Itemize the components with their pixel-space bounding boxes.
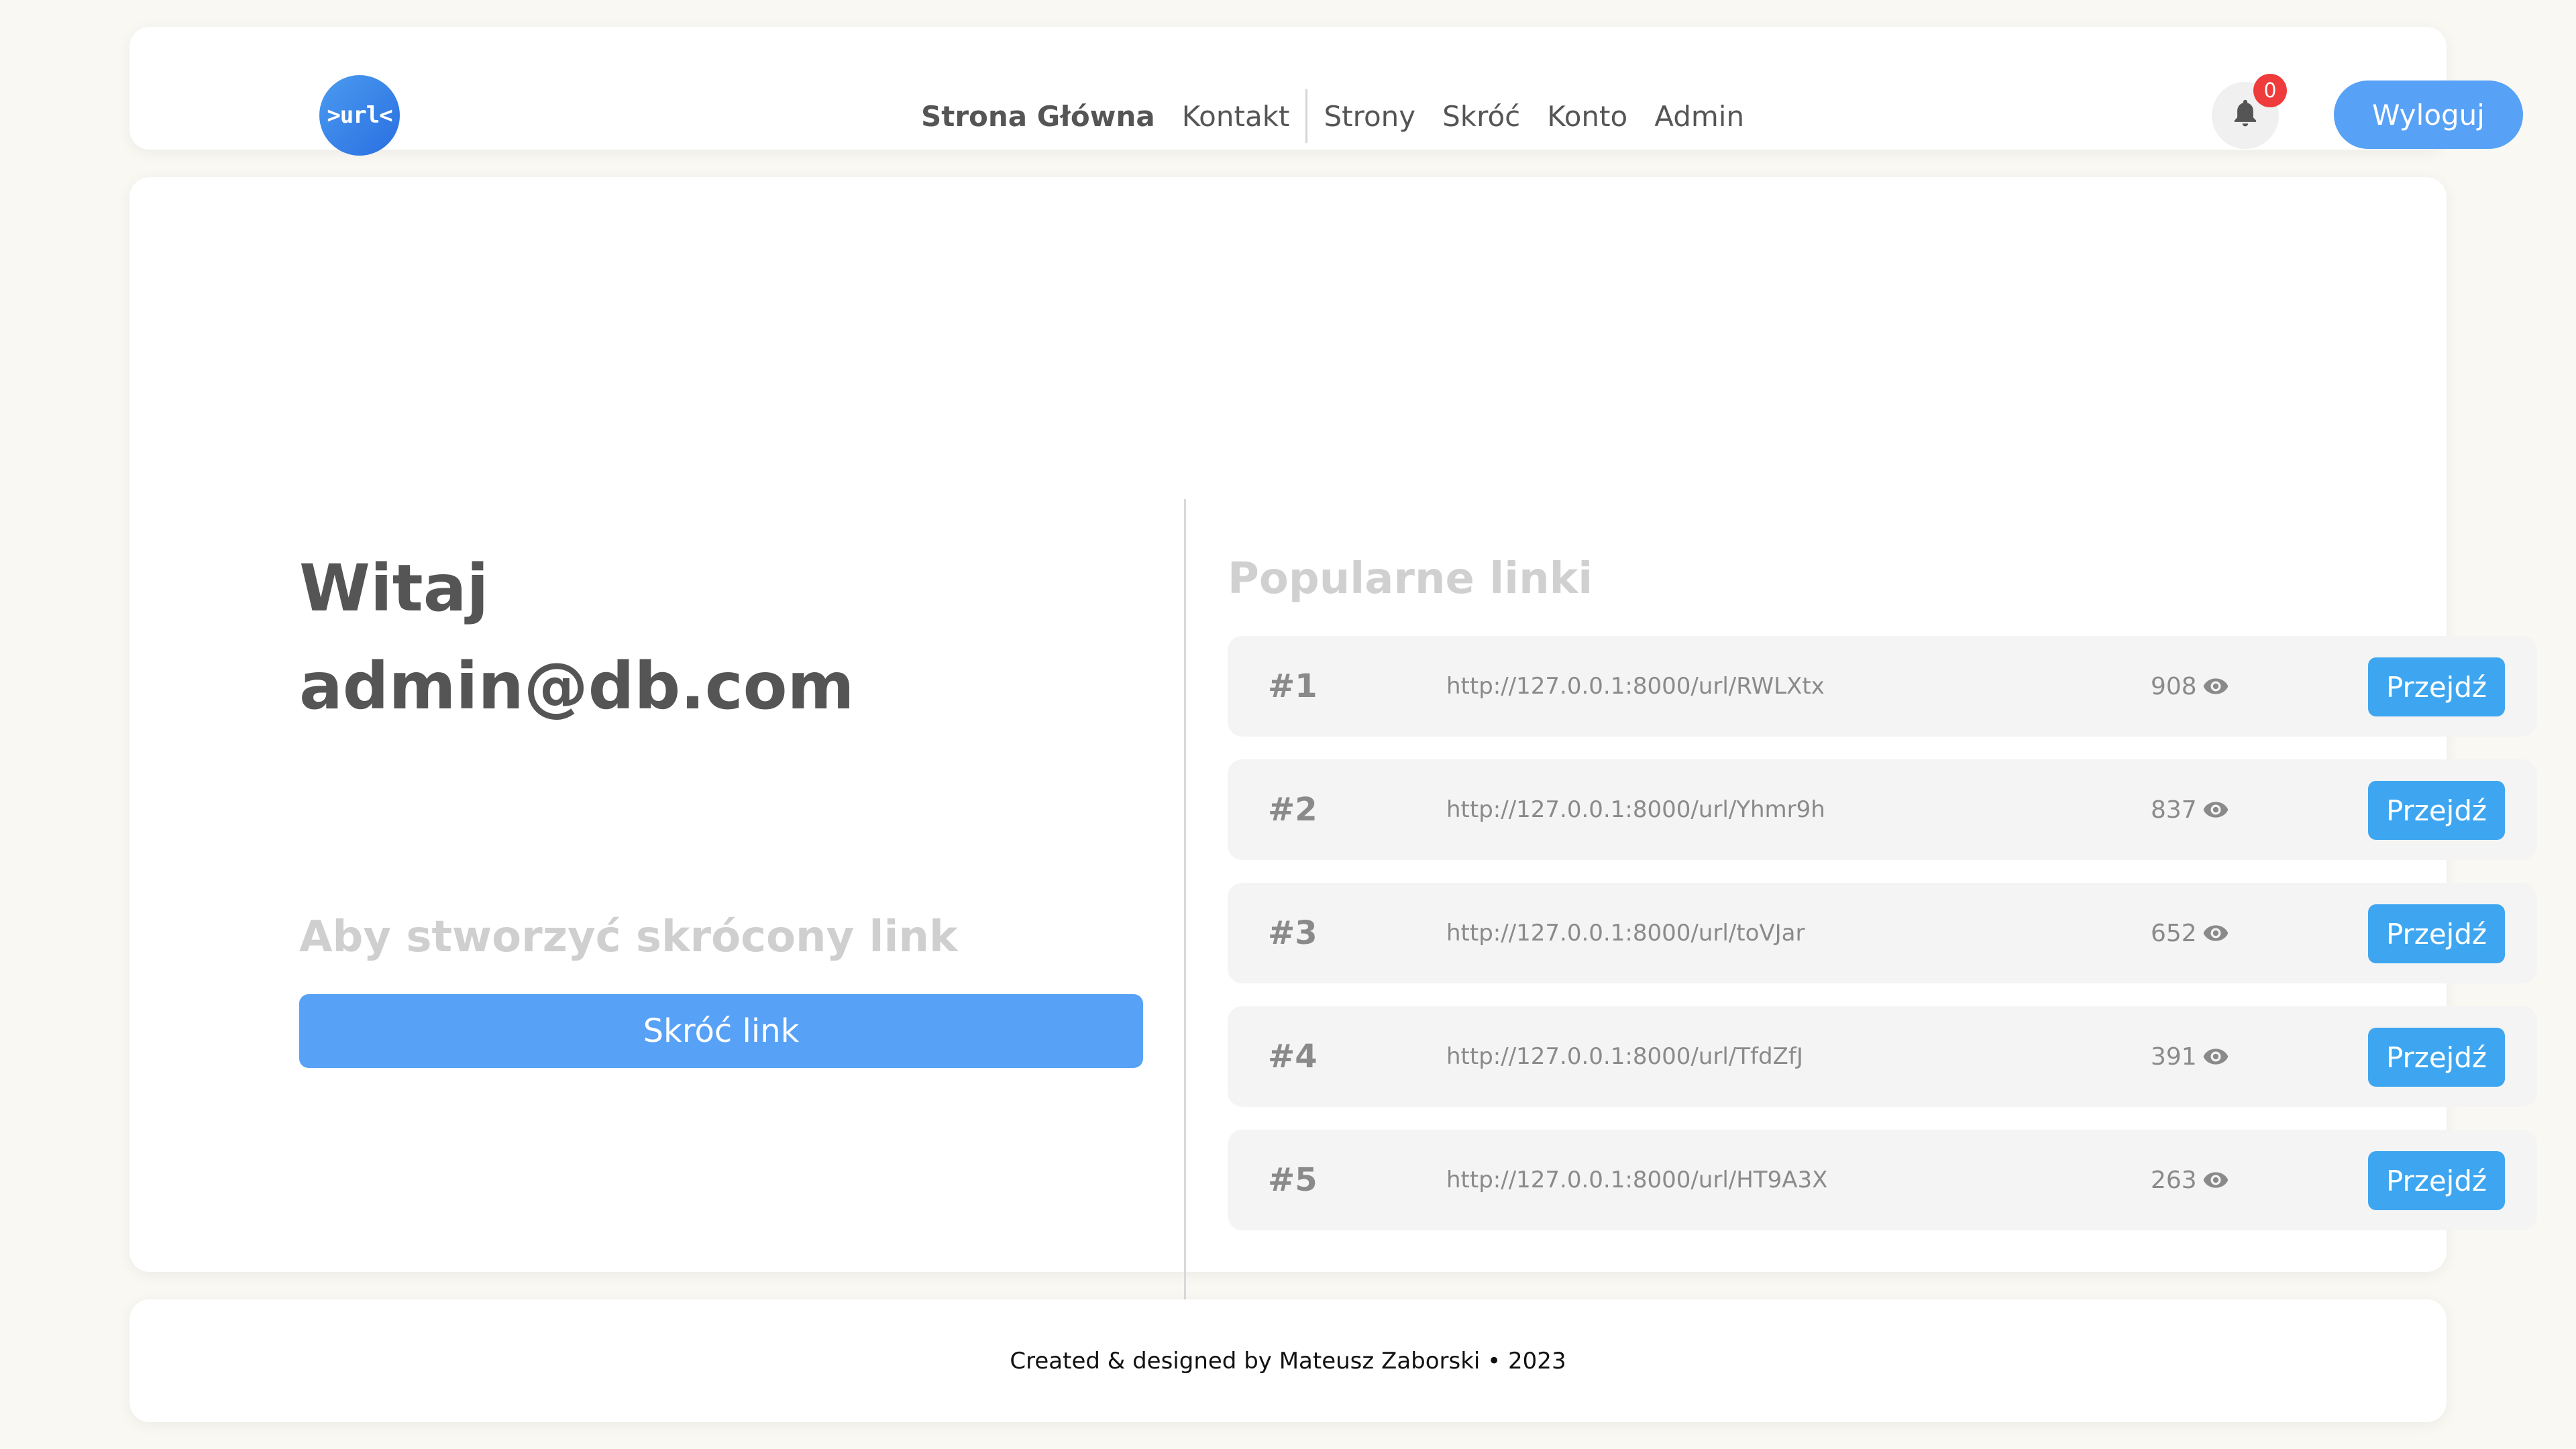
- link-views: 263: [2151, 1130, 2229, 1230]
- bell-icon: [2230, 97, 2261, 133]
- footer: Created & designed by Mateusz Zaborski •…: [129, 1299, 2447, 1422]
- link-views: 391: [2151, 1006, 2229, 1107]
- link-rank: #4: [1268, 1038, 1318, 1075]
- link-rank: #5: [1268, 1161, 1318, 1199]
- footer-credits: Created & designed by Mateusz Zaborski •…: [1010, 1347, 1566, 1375]
- welcome-block: Witaj admin@db.com: [299, 539, 1144, 735]
- logout-button[interactable]: Wyloguj: [2334, 80, 2523, 149]
- welcome-email: admin@db.com: [299, 649, 855, 724]
- top-navbar: >url< Strona Główna Kontakt Strony Skróć…: [129, 27, 2523, 156]
- go-button[interactable]: Przejdź: [2368, 904, 2505, 963]
- shorten-link-button[interactable]: Skróć link: [299, 994, 1143, 1068]
- nav-item-pages[interactable]: Strony: [1324, 100, 1415, 133]
- list-item: #4 http://127.0.0.1:8000/url/TfdZfJ 391 …: [1228, 1006, 2537, 1107]
- view-count: 908: [2151, 672, 2197, 700]
- link-url: http://127.0.0.1:8000/url/Yhmr9h: [1446, 796, 1825, 823]
- popular-links-title: Popularne linki: [1228, 554, 1593, 604]
- welcome-greeting: Witaj: [299, 551, 489, 626]
- link-views: 652: [2151, 883, 2229, 983]
- list-item: #3 http://127.0.0.1:8000/url/toVJar 652 …: [1228, 883, 2537, 983]
- logo[interactable]: >url<: [319, 75, 400, 156]
- eye-icon: [2202, 677, 2229, 696]
- link-rank: #2: [1268, 791, 1318, 828]
- vertical-divider: [1184, 499, 1186, 1303]
- go-button[interactable]: Przejdź: [2368, 1151, 2505, 1210]
- welcome-subtitle: Aby stworzyć skrócony link: [299, 912, 958, 962]
- main-panel: Witaj admin@db.com Aby stworzyć skrócony…: [129, 177, 2537, 1303]
- view-count: 391: [2151, 1042, 2197, 1071]
- nav-item-home[interactable]: Strona Główna: [921, 100, 1155, 133]
- link-rank: #1: [1268, 667, 1318, 705]
- list-item: #1 http://127.0.0.1:8000/url/RWLXtx 908 …: [1228, 636, 2537, 737]
- logo-text: >url<: [327, 102, 392, 129]
- list-item: #5 http://127.0.0.1:8000/url/HT9A3X 263 …: [1228, 1130, 2537, 1230]
- eye-icon: [2202, 924, 2229, 943]
- go-button[interactable]: Przejdź: [2368, 657, 2505, 716]
- nav-item-shorten[interactable]: Skróć: [1442, 100, 1520, 133]
- link-url: http://127.0.0.1:8000/url/HT9A3X: [1446, 1167, 1828, 1193]
- nav-item-contact[interactable]: Kontakt: [1182, 100, 1290, 133]
- eye-icon: [2202, 1171, 2229, 1189]
- link-rank: #3: [1268, 914, 1318, 952]
- notification-count-badge: 0: [2253, 74, 2287, 107]
- eye-icon: [2202, 1047, 2229, 1066]
- view-count: 652: [2151, 919, 2197, 947]
- link-views: 837: [2151, 759, 2229, 860]
- view-count: 837: [2151, 796, 2197, 824]
- go-button[interactable]: Przejdź: [2368, 781, 2505, 840]
- popular-links-list: #1 http://127.0.0.1:8000/url/RWLXtx 908 …: [1228, 636, 2537, 1253]
- nav-divider: [1305, 89, 1308, 143]
- list-item: #2 http://127.0.0.1:8000/url/Yhmr9h 837 …: [1228, 759, 2537, 860]
- main-nav: Strona Główna Kontakt Strony Skróć Konto…: [921, 89, 1771, 143]
- eye-icon: [2202, 800, 2229, 819]
- link-views: 908: [2151, 636, 2229, 737]
- link-url: http://127.0.0.1:8000/url/toVJar: [1446, 920, 1805, 947]
- link-url: http://127.0.0.1:8000/url/RWLXtx: [1446, 673, 1825, 700]
- view-count: 263: [2151, 1166, 2197, 1194]
- link-url: http://127.0.0.1:8000/url/TfdZfJ: [1446, 1043, 1803, 1070]
- nav-item-admin[interactable]: Admin: [1654, 100, 1744, 133]
- go-button[interactable]: Przejdź: [2368, 1028, 2505, 1087]
- nav-item-account[interactable]: Konto: [1547, 100, 1627, 133]
